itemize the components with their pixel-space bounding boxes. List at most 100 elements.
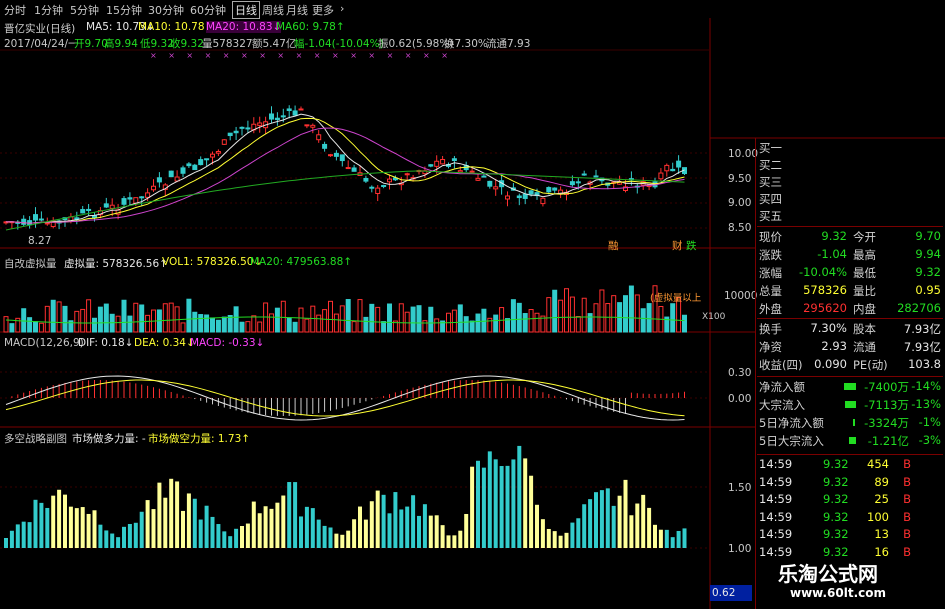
power-bar: [682, 528, 687, 548]
quote-value: 9.94: [915, 247, 941, 261]
power-bar: [464, 513, 469, 548]
power-title: 多空战略副图: [4, 433, 67, 445]
volume-bar: [292, 321, 298, 333]
candle-body: [434, 160, 440, 167]
candle-body: [121, 198, 127, 205]
flow-value: -7400万: [864, 380, 909, 394]
power-bar: [281, 495, 286, 548]
power-bar: [670, 537, 675, 548]
power-bar: [4, 538, 8, 548]
signal-mark: ×: [168, 51, 175, 60]
power-bar: [145, 500, 150, 548]
volume-bar: [97, 306, 103, 333]
quote-label: 今开: [853, 230, 876, 244]
candle-body: [86, 208, 92, 211]
power-bar: [446, 535, 451, 548]
flow-label: 大宗流入: [759, 398, 805, 412]
info-value: 7.30%: [810, 321, 847, 335]
candle-body: [404, 173, 410, 176]
power-bar: [369, 501, 374, 548]
power-bar: [15, 524, 20, 548]
candle-body: [351, 167, 357, 172]
candle-body: [192, 164, 198, 171]
volume-bar: [469, 320, 475, 333]
trade-time: 14:59: [759, 474, 793, 489]
flow-row: 净流入额 -7400万 -14%: [757, 378, 943, 395]
volume-bar: [103, 303, 109, 333]
candle-body: [363, 177, 369, 182]
flow-bar: [845, 401, 856, 408]
flow-row: 5日大宗流入 -1.21亿 -3%: [757, 432, 943, 449]
signal-mark: ×: [350, 51, 357, 60]
vol-vol1: VOL1: 578326.50↓: [162, 256, 263, 268]
low-price-marker: 8.27: [28, 235, 52, 247]
power-bar: [57, 489, 62, 548]
quote-row: 现价 9.32 今开 9.70: [757, 228, 943, 245]
volume-bar: [605, 303, 611, 333]
power-bar: [570, 522, 575, 548]
power-bar: [452, 535, 457, 548]
power-bar: [405, 506, 410, 548]
volume-bar: [274, 307, 280, 333]
volume-bar: [387, 303, 392, 333]
power-bar: [546, 528, 551, 548]
macd-value: MACD: -0.33↓: [190, 337, 265, 349]
macd-title: MACD(12,26,9): [4, 337, 84, 349]
power-bar: [127, 523, 132, 548]
trade-row: 14:59 9.32 89 B: [757, 474, 943, 491]
power-bar: [340, 534, 345, 548]
watermark-title: 乐淘公式网: [778, 562, 878, 586]
power-bar: [352, 519, 357, 548]
power-bar: [92, 510, 97, 548]
volume-bar: [564, 288, 569, 333]
power-bar: [428, 515, 433, 548]
power-bar: [45, 507, 50, 548]
candle-body: [505, 195, 510, 200]
quote-row: 涨幅 -10.04% 最低 9.32: [757, 264, 943, 281]
volume-bar: [168, 302, 174, 333]
candle-body: [298, 108, 304, 111]
power-bar: [594, 492, 598, 548]
quote-value: 9.70: [915, 229, 941, 243]
power-bar: [417, 515, 421, 548]
signal-mark: ×: [223, 51, 230, 60]
volume-bar: [304, 318, 310, 333]
power-bar: [245, 523, 250, 548]
macd-axis-030: 0.30: [728, 367, 752, 379]
trade-row: 14:59 9.32 454 B: [757, 456, 943, 473]
volume-bar: [587, 313, 593, 333]
volume-bar: [215, 319, 221, 333]
volume-bar: [381, 321, 387, 333]
power-bar: [635, 503, 640, 548]
candle-body: [233, 130, 239, 134]
volume-bar: [74, 310, 80, 333]
quote-label: 最高: [853, 248, 876, 262]
volume-bar: [286, 317, 292, 333]
candle-body: [540, 197, 546, 205]
volume-bar: [422, 320, 428, 333]
volume-bar: [404, 311, 410, 333]
volume-bar: [333, 313, 339, 333]
power-bar: [175, 481, 180, 548]
trade-row: 14:59 9.32 25 B: [757, 491, 943, 508]
power-bar: [363, 519, 368, 548]
flow-label: 5日净流入额: [759, 416, 824, 430]
candle-body: [593, 175, 599, 178]
signal-mark: ×: [368, 51, 375, 60]
vol-ma20: MA20: 479563.88↑: [250, 256, 353, 268]
volume-bar: [339, 305, 345, 333]
signal-mark: ×: [405, 51, 412, 60]
volume-bar: [280, 300, 286, 333]
signal-mark: ×: [332, 51, 339, 60]
power-bar: [393, 492, 398, 548]
volume-bar: [127, 315, 133, 333]
power-bar: [434, 515, 439, 548]
candle-body: [221, 139, 227, 145]
quote-divider: [757, 226, 943, 227]
candle-body: [440, 158, 446, 165]
signal-mark: ×: [186, 51, 193, 60]
chart-tag-cai: 财: [672, 240, 683, 252]
candle-body: [575, 181, 581, 184]
power-bar: [328, 527, 333, 548]
volume-bar: [3, 316, 9, 333]
